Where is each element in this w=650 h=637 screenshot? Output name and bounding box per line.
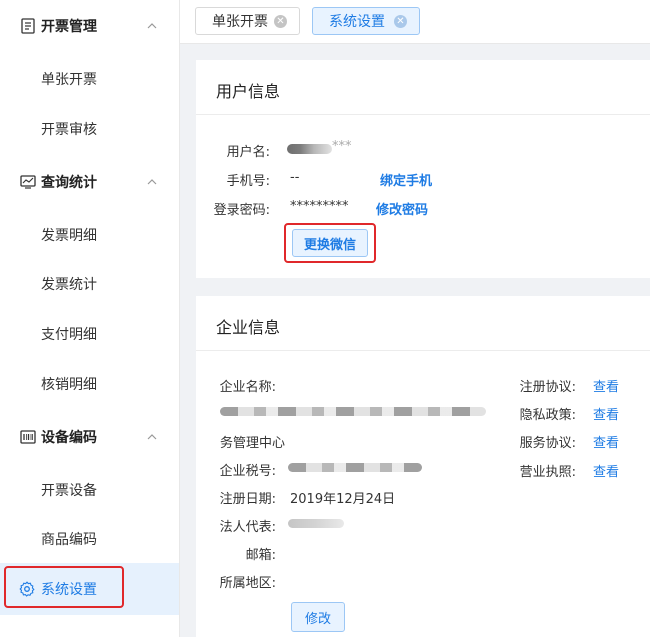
- tab-system-settings[interactable]: 系统设置 ✕: [312, 7, 420, 35]
- tab-single-invoice[interactable]: 单张开票 ✕: [195, 7, 300, 35]
- monitor-chart-icon: [20, 174, 36, 190]
- redacted-tax-id: [288, 463, 422, 472]
- chevron-up-icon: [145, 175, 159, 189]
- redacted-legal-rep: [288, 519, 344, 528]
- change-password-link[interactable]: 修改密码: [376, 199, 428, 218]
- sidebar-item-invoicing-device[interactable]: 开票设备: [0, 465, 179, 515]
- reg-date-label: 注册日期:: [219, 492, 276, 507]
- edit-company-button[interactable]: 修改: [291, 602, 345, 632]
- sidebar-item-payment-details[interactable]: 支付明细: [0, 309, 179, 359]
- region-label: 所属地区:: [219, 576, 276, 591]
- username-value-suffix: ***: [332, 139, 352, 154]
- close-icon[interactable]: ✕: [274, 14, 287, 28]
- company-name-line2: 务管理中心: [220, 436, 286, 451]
- company-info-card: 企业信息 企业名称: 务管理中心 企业税号: 注册日期: 2019年12月24日…: [196, 296, 650, 637]
- highlight-box: [284, 223, 376, 263]
- sidebar-item-label: 商品编码: [41, 532, 97, 548]
- sidebar-item-label: 发票明细: [41, 228, 97, 244]
- view-register-agreement-link[interactable]: 查看: [593, 376, 619, 395]
- redacted-company-name: [220, 407, 486, 416]
- business-license-label: 营业执照:: [519, 465, 576, 480]
- legal-rep-label: 法人代表:: [219, 520, 276, 535]
- barcode-icon: [20, 429, 36, 445]
- divider: [196, 114, 650, 115]
- sidebar-group-invoice-management[interactable]: 开票管理: [0, 6, 180, 46]
- sidebar-item-product-code[interactable]: 商品编码: [0, 514, 179, 564]
- sidebar-group-label: 查询统计: [41, 175, 97, 191]
- sidebar-item-label: 开票审核: [41, 122, 97, 138]
- tax-id-label: 企业税号:: [219, 464, 276, 479]
- chevron-up-icon: [145, 19, 159, 33]
- company-name-label: 企业名称:: [219, 380, 276, 395]
- highlight-box: [4, 566, 124, 608]
- email-label: 邮箱:: [245, 548, 276, 563]
- register-agreement-label: 注册协议:: [519, 380, 576, 395]
- sidebar-item-writeoff-details[interactable]: 核销明细: [0, 359, 179, 409]
- card-title: 用户信息: [216, 82, 281, 101]
- invoice-doc-icon: [20, 18, 36, 34]
- view-business-license-link[interactable]: 查看: [593, 461, 619, 480]
- close-icon[interactable]: ✕: [394, 14, 407, 28]
- sidebar-group-query-stats[interactable]: 查询统计: [0, 162, 180, 202]
- view-service-agreement-link[interactable]: 查看: [593, 432, 619, 451]
- privacy-policy-label: 隐私政策:: [519, 408, 576, 423]
- tab-label: 单张开票: [212, 14, 268, 30]
- view-privacy-policy-link[interactable]: 查看: [593, 404, 619, 423]
- sidebar-item-invoice-details[interactable]: 发票明细: [0, 210, 179, 260]
- divider: [196, 350, 650, 351]
- sidebar-item-label: 开票设备: [41, 483, 97, 499]
- phone-value: --: [290, 170, 300, 185]
- tab-label: 系统设置: [329, 14, 385, 30]
- sidebar-group-device-coding[interactable]: 设备编码: [0, 417, 180, 457]
- sidebar-item-label: 核销明细: [41, 377, 97, 393]
- sidebar-item-single-invoice[interactable]: 单张开票: [0, 54, 179, 104]
- username-label: 用户名:: [226, 145, 270, 160]
- password-label: 登录密码:: [213, 203, 270, 218]
- service-agreement-label: 服务协议:: [519, 436, 576, 451]
- sidebar: 开票管理 单张开票 开票审核 查询统计 发票明细 发票统计 支付明细 核销明细 …: [0, 0, 180, 637]
- card-title: 企业信息: [216, 318, 281, 337]
- sidebar-item-invoice-review[interactable]: 开票审核: [0, 104, 179, 154]
- tab-bar: 单张开票 ✕ 系统设置 ✕: [180, 0, 650, 44]
- chevron-up-icon: [145, 430, 159, 444]
- phone-label: 手机号:: [226, 174, 270, 189]
- reg-date-value: 2019年12月24日: [290, 492, 396, 507]
- password-value: *********: [290, 199, 349, 214]
- bind-phone-link[interactable]: 绑定手机: [380, 170, 432, 189]
- sidebar-item-label: 支付明细: [41, 327, 97, 343]
- sidebar-item-label: 发票统计: [41, 277, 97, 293]
- sidebar-group-label: 开票管理: [41, 19, 97, 35]
- redacted-username: [287, 144, 332, 154]
- user-info-card: 用户信息 用户名: *** 手机号: -- 绑定手机 登录密码: *******…: [196, 60, 650, 278]
- sidebar-item-invoice-stats[interactable]: 发票统计: [0, 259, 179, 309]
- sidebar-group-label: 设备编码: [41, 430, 97, 446]
- sidebar-item-label: 单张开票: [41, 72, 97, 88]
